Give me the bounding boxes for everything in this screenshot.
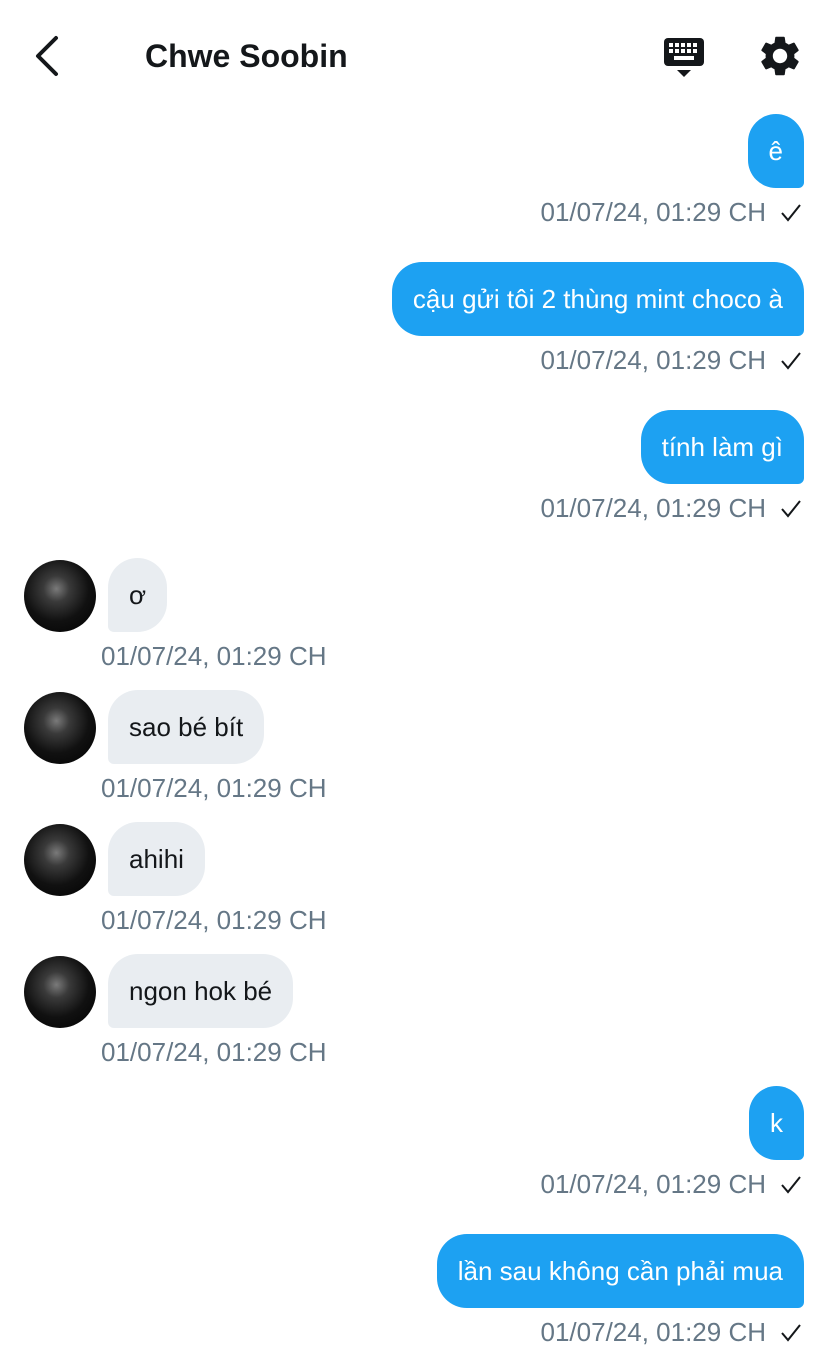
message-outgoing: tính làm gì 01/07/24, 01:29 CH [0,406,828,526]
back-button[interactable] [22,28,70,84]
message-bubble[interactable]: lần sau không cần phải mua [436,1234,804,1308]
avatar[interactable] [24,956,96,1028]
keyboard-icon [664,38,704,77]
checkmark-icon [781,1176,801,1194]
message-bubble[interactable]: ê [747,114,804,188]
message-outgoing: lần sau không cần phải mua 01/07/24, 01:… [0,1230,828,1350]
message-bubble[interactable]: ơ [108,558,168,632]
avatar[interactable] [24,824,96,896]
message-incoming: ngon hok bé 01/07/24, 01:29 CH [0,954,828,1070]
message-timestamp: 01/07/24, 01:29 CH [101,905,327,935]
message-timestamp: 01/07/24, 01:29 CH [540,493,767,523]
settings-button[interactable] [756,32,804,80]
gear-icon [761,36,799,76]
checkmark-icon [781,204,801,222]
message-outgoing: k 01/07/24, 01:29 CH [0,1082,828,1202]
checkmark-icon [781,500,801,518]
message-outgoing: ê 01/07/24, 01:29 CH [0,110,828,230]
chevron-left-icon [36,36,58,76]
message-incoming: sao bé bít 01/07/24, 01:29 CH [0,690,828,806]
message-bubble[interactable]: ahihi [108,822,205,896]
message-incoming: ơ 01/07/24, 01:29 CH [0,558,828,674]
keyboard-button[interactable] [660,34,708,82]
message-timestamp: 01/07/24, 01:29 CH [540,1169,767,1199]
avatar[interactable] [24,692,96,764]
message-timestamp: 01/07/24, 01:29 CH [101,1037,327,1067]
message-bubble[interactable]: k [749,1086,804,1160]
message-bubble[interactable]: cậu gửi tôi 2 thùng mint choco à [391,262,804,336]
message-timestamp: 01/07/24, 01:29 CH [101,773,327,803]
message-incoming: ahihi 01/07/24, 01:29 CH [0,822,828,938]
checkmark-icon [781,1324,801,1342]
message-outgoing: cậu gửi tôi 2 thùng mint choco à 01/07/2… [0,258,828,378]
message-bubble[interactable]: sao bé bít [108,690,265,764]
conversation-header: Chwe Soobin [0,0,828,110]
page-title: Chwe Soobin [145,38,348,74]
message-timestamp: 01/07/24, 01:29 CH [540,197,767,227]
message-bubble[interactable]: tính làm gì [640,410,804,484]
message-timestamp: 01/07/24, 01:29 CH [540,345,767,375]
checkmark-icon [781,352,801,370]
avatar[interactable] [24,560,96,632]
message-timestamp: 01/07/24, 01:29 CH [540,1317,767,1347]
message-bubble[interactable]: ngon hok bé [108,954,294,1028]
message-timestamp: 01/07/24, 01:29 CH [101,641,327,671]
